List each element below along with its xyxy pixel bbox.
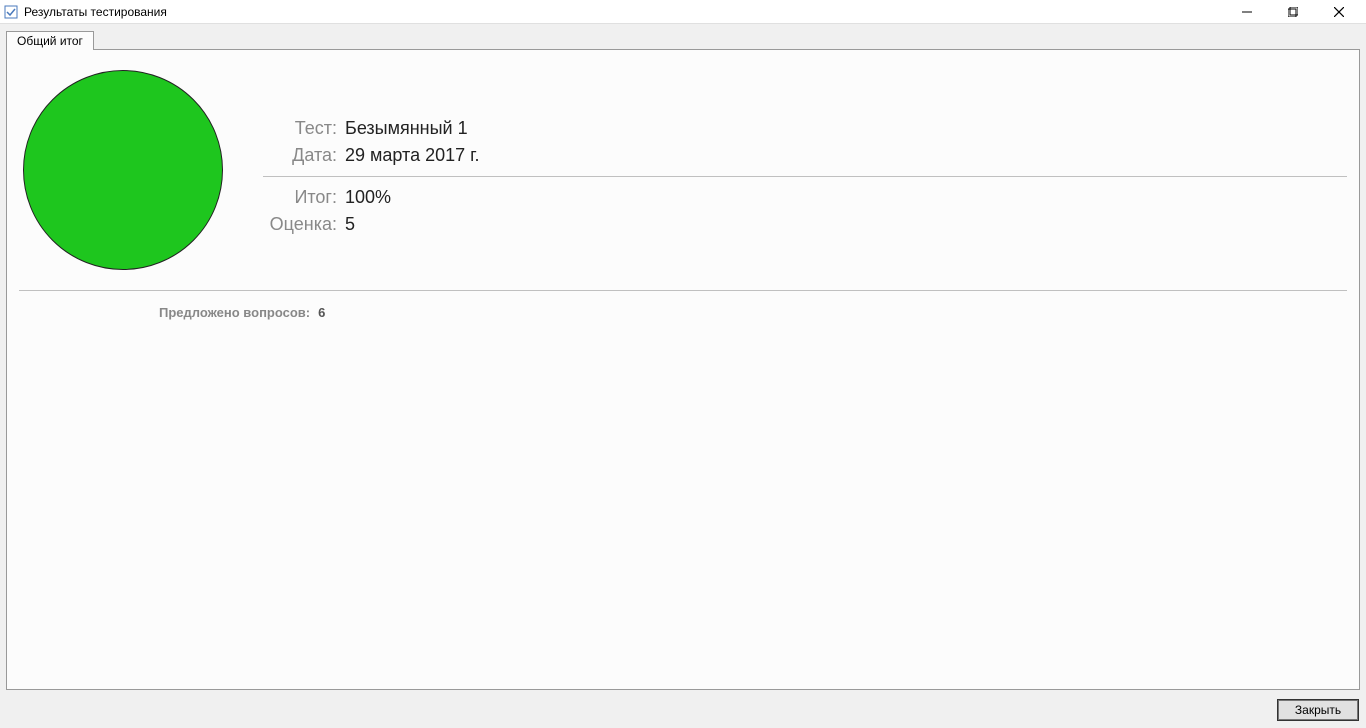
window-controls — [1224, 0, 1362, 23]
divider — [263, 176, 1347, 177]
app-window: Результаты тестирования Общий итог — [0, 0, 1366, 728]
grade-label: Оценка: — [263, 214, 337, 235]
grade-row: Оценка: 5 — [263, 214, 1347, 235]
tab-overall-result[interactable]: Общий итог — [6, 31, 94, 50]
test-name-row: Тест: Безымянный 1 — [263, 118, 1347, 139]
tab-panel: Тест: Безымянный 1 Дата: 29 марта 2017 г… — [6, 49, 1360, 690]
questions-value: 6 — [318, 305, 325, 320]
close-button[interactable]: Закрыть — [1278, 700, 1358, 720]
date-row: Дата: 29 марта 2017 г. — [263, 145, 1347, 166]
date-value: 29 марта 2017 г. — [345, 145, 480, 166]
date-label: Дата: — [263, 145, 337, 166]
details: Тест: Безымянный 1 Дата: 29 марта 2017 г… — [263, 70, 1347, 270]
summary-block: Тест: Безымянный 1 Дата: 29 марта 2017 г… — [19, 62, 1347, 286]
grade-value: 5 — [345, 214, 355, 235]
minimize-button[interactable] — [1224, 0, 1270, 23]
pie-chart-container — [19, 70, 223, 270]
result-label: Итог: — [263, 187, 337, 208]
window-title: Результаты тестирования — [24, 5, 1224, 19]
close-window-button[interactable] — [1316, 0, 1362, 23]
test-label: Тест: — [263, 118, 337, 139]
test-value: Безымянный 1 — [345, 118, 468, 139]
app-icon — [4, 5, 18, 19]
questions-row: Предложено вопросов: 6 — [19, 301, 1347, 320]
result-pie-chart — [23, 70, 223, 270]
titlebar: Результаты тестирования — [0, 0, 1366, 24]
maximize-button[interactable] — [1270, 0, 1316, 23]
questions-label: Предложено вопросов: — [159, 305, 310, 320]
result-row: Итог: 100% — [263, 187, 1347, 208]
tabs-row: Общий итог — [6, 30, 1360, 49]
footer: Закрыть — [0, 696, 1366, 728]
content-area: Общий итог Тест: Безымянный 1 Дата: 29 м… — [0, 24, 1366, 696]
section-divider — [19, 290, 1347, 291]
result-value: 100% — [345, 187, 391, 208]
